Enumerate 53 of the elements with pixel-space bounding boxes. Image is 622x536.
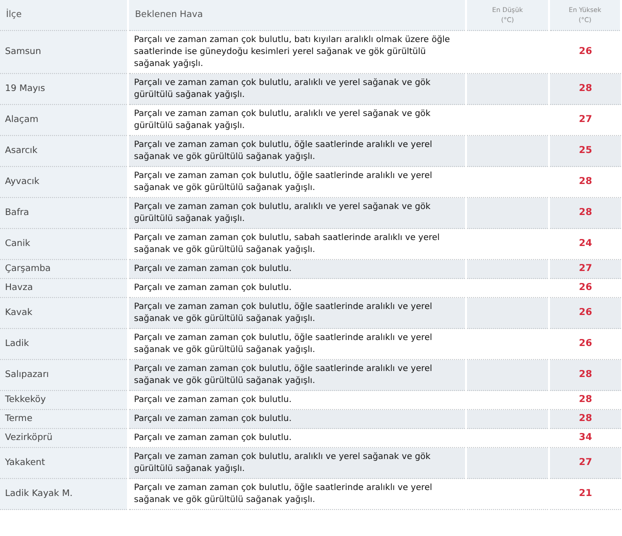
forecast-cell: Parçalı ve zaman zaman çok bulutlu. [128, 260, 466, 278]
max-temp-cell: 28 [549, 390, 621, 410]
max-temp-cell: 27 [549, 448, 621, 478]
forecast-cell: Parçalı ve zaman zaman çok bulutlu, sabah saatlerinde aralıklı ve yerel sağanak ve gök gürültülü sağanak yağışlı. [128, 228, 466, 260]
forecast-cell: Parçalı ve zaman zaman çok bulutlu, aralıklı ve yerel sağanak ve gök gürültülü sağanak yağışlı. [128, 448, 466, 478]
forecast-cell: Parçalı ve zaman zaman çok bulutlu, öğle saatlerinde aralıklı ve yerel sağanak ve gök gürültülü sağanak yağışlı. [128, 328, 466, 360]
district-cell: Salıpazarı [0, 360, 128, 390]
forecast-cell: Parçalı ve zaman zaman çok bulutlu, aralıklı ve yerel sağanak ve gök gürültülü sağanak yağışlı. [128, 198, 466, 228]
forecast-cell: Parçalı ve zaman zaman çok bulutlu, öğle saatlerinde aralıklı ve yerel sağanak ve gök gürültülü sağanak yağışlı. [128, 478, 466, 510]
district-cell: Terme [0, 410, 128, 428]
max-temp-cell: 21 [549, 478, 621, 510]
district-cell: Bafra [0, 198, 128, 228]
max-temp-cell: 27 [549, 260, 621, 278]
max-temp-cell: 28 [549, 410, 621, 428]
district-cell: Samsun [0, 30, 128, 74]
max-temp-cell: 25 [549, 136, 621, 166]
district-cell: 19 Mayıs [0, 74, 128, 104]
max-temp-cell: 24 [549, 228, 621, 260]
forecast-cell: Parçalı ve zaman zaman çok bulutlu, batı kıyıları aralıklı olmak üzere öğle saatlerinde ise güneydoğu kesimleri yerel sağanak ve gök gürültülü sağanak yağışlı. [128, 30, 466, 74]
column-header: İlçe [0, 0, 128, 30]
max-temp-cell: 28 [549, 360, 621, 390]
max-temp-cell: 28 [549, 198, 621, 228]
forecast-cell: Parçalı ve zaman zaman çok bulutlu, aralıklı ve yerel sağanak ve gök gürültülü sağanak yağışlı. [128, 104, 466, 136]
forecast-cell: Parçalı ve zaman zaman çok bulutlu. [128, 278, 466, 298]
district-cell: Kavak [0, 298, 128, 328]
forecast-cell: Parçalı ve zaman zaman çok bulutlu, öğle saatlerinde aralıklı ve yerel sağanak ve gök gürültülü sağanak yağışlı. [128, 136, 466, 166]
forecast-cell: Parçalı ve zaman zaman çok bulutlu. [128, 390, 466, 410]
max-temp-cell: 26 [549, 278, 621, 298]
forecast-cell: Parçalı ve zaman zaman çok bulutlu, öğle saatlerinde aralıklı ve yerel sağanak ve gök gürültülü sağanak yağışlı. [128, 360, 466, 390]
max-temp-cell: 26 [549, 328, 621, 360]
forecast-cell: Parçalı ve zaman zaman çok bulutlu, öğle saatlerinde aralıklı ve yerel sağanak ve gök gürültülü sağanak yağışlı. [128, 298, 466, 328]
max-temp-cell: 28 [549, 166, 621, 198]
district-cell: Tekkeköy [0, 390, 128, 410]
district-cell: Çarşamba [0, 260, 128, 278]
district-cell: Yakakent [0, 448, 128, 478]
district-cell: Ladik Kayak M. [0, 478, 128, 510]
max-temp-cell: 28 [549, 74, 621, 104]
district-cell: Ayvacık [0, 166, 128, 198]
district-cell: Havza [0, 278, 128, 298]
forecast-cell: Parçalı ve zaman zaman çok bulutlu, aralıklı ve yerel sağanak ve gök gürültülü sağanak yağışlı. [128, 74, 466, 104]
district-cell: Ladik [0, 328, 128, 360]
max-temp-cell: 27 [549, 104, 621, 136]
district-cell: Alaçam [0, 104, 128, 136]
max-temp-cell: 26 [549, 298, 621, 328]
forecast-cell: Parçalı ve zaman zaman çok bulutlu, öğle saatlerinde aralıklı ve yerel sağanak ve gök gürültülü sağanak yağışlı. [128, 166, 466, 198]
max-temp-cell: 26 [549, 30, 621, 74]
district-cell: Vezirköprü [0, 428, 128, 448]
district-cell: Canik [0, 228, 128, 260]
column-header: Beklenen Hava [128, 0, 466, 30]
district-cell: Asarcık [0, 136, 128, 166]
forecast-cell: Parçalı ve zaman zaman çok bulutlu. [128, 410, 466, 428]
forecast-cell: Parçalı ve zaman zaman çok bulutlu. [128, 428, 466, 448]
max-temp-cell: 34 [549, 428, 621, 448]
